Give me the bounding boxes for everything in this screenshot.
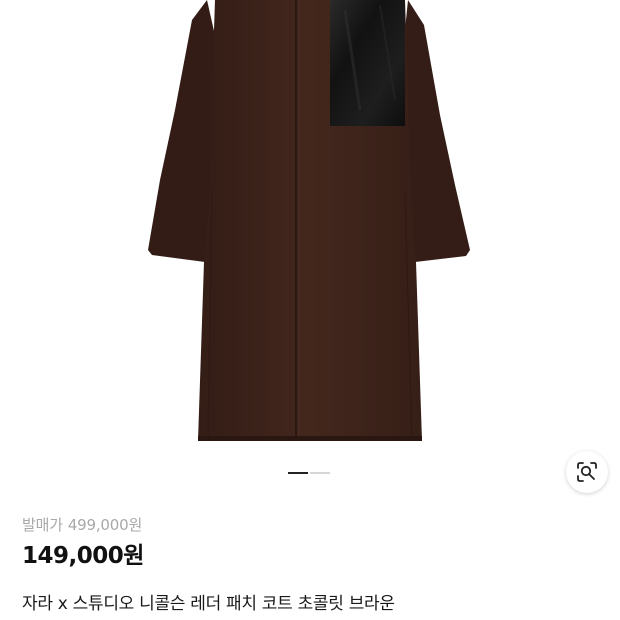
product-info: 발매가 499,000원 149,000원 자라 x 스튜디오 니콜슨 레더 패치… <box>22 514 598 617</box>
carousel-indicator <box>288 472 330 474</box>
image-search-icon <box>577 462 597 482</box>
product-detail-screen: 발매가 499,000원 149,000원 자라 x 스튜디오 니콜슨 레더 패치… <box>0 0 620 620</box>
coat-illustration <box>148 0 470 442</box>
carousel-dot-2[interactable] <box>310 472 330 474</box>
product-title: 자라 x 스튜디오 니콜슨 레더 패치 코트 초콜릿 브라운 <box>22 594 395 614</box>
original-price: 발매가 499,000원 <box>22 514 598 536</box>
product-image[interactable] <box>0 0 620 492</box>
sale-price: 149,000원 <box>22 543 144 569</box>
image-search-button[interactable] <box>566 451 608 493</box>
original-price-label: 발매가 <box>22 516 63 534</box>
carousel-dot-1[interactable] <box>288 472 308 474</box>
original-price-value: 499,000원 <box>67 516 143 534</box>
